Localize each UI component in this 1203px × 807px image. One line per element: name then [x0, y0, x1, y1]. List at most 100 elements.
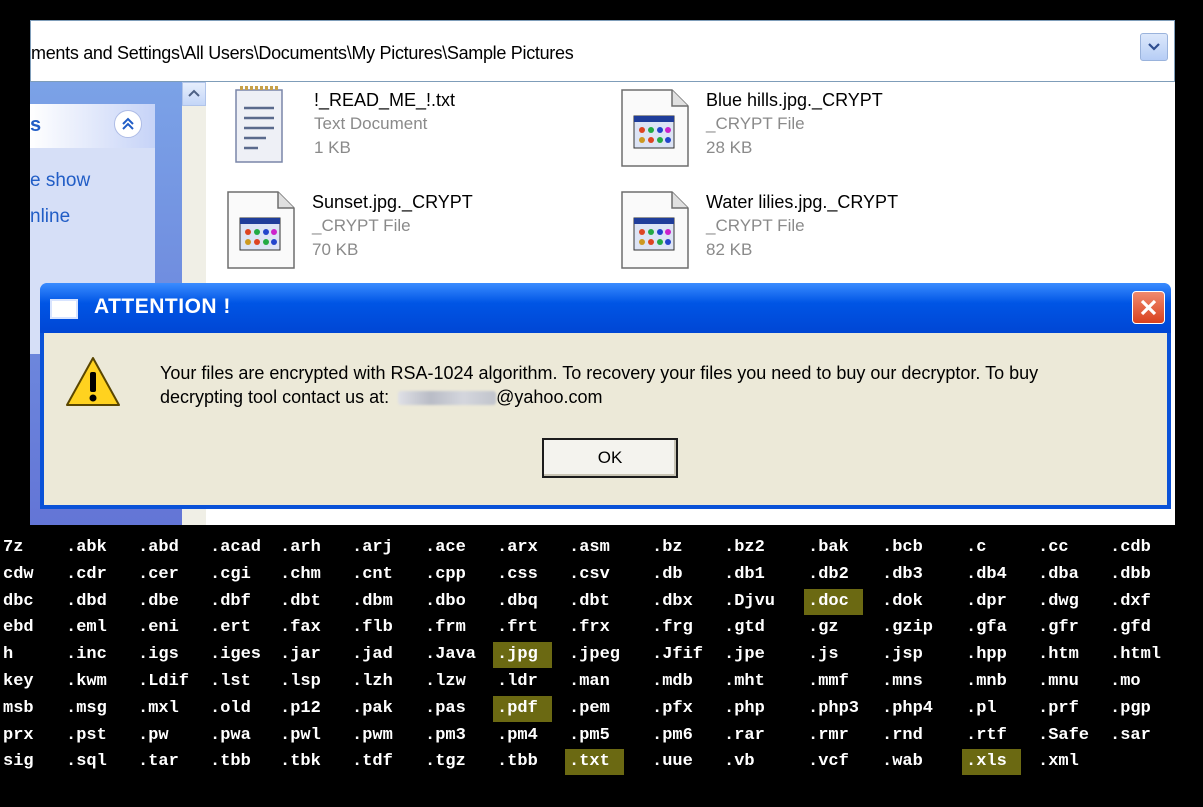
- extension-item: .igs: [138, 645, 179, 664]
- extension-item: .chm: [280, 565, 321, 584]
- extension-item: .frx: [569, 618, 610, 637]
- extension-item: .tbb: [210, 752, 251, 771]
- dialog-titlebar[interactable]: ATTENTION !: [40, 283, 1171, 333]
- extension-item: .rar: [724, 726, 765, 745]
- extension-item: sig: [3, 752, 34, 771]
- extension-item: .php3: [808, 699, 860, 718]
- extension-item: .asm: [569, 538, 610, 557]
- extension-item: .kwm: [66, 672, 107, 691]
- file-size: 1 KB: [314, 138, 351, 157]
- extension-item: .gfr: [1038, 618, 1079, 637]
- file-type: _CRYPT File: [706, 216, 805, 235]
- extension-item: ebd: [3, 618, 34, 637]
- extension-item: .xml: [1038, 752, 1079, 771]
- collapse-icon[interactable]: [114, 110, 142, 138]
- extension-item: .pm4: [497, 726, 538, 745]
- extension-item: prx: [3, 726, 34, 745]
- file-type: Text Document: [314, 114, 428, 133]
- extension-item: .cnt: [352, 565, 393, 584]
- extension-item: msb: [3, 699, 34, 718]
- extension-item: .lst: [210, 672, 251, 691]
- extension-item: .dpr: [966, 592, 1007, 611]
- extension-item: .tar: [138, 752, 179, 771]
- task-panel-header[interactable]: s: [30, 104, 155, 148]
- extension-item: .gfa: [966, 618, 1007, 637]
- extension-item: .old: [210, 699, 251, 718]
- extension-item: .p12: [280, 699, 321, 718]
- extension-item: .iges: [210, 645, 262, 664]
- extension-item: .cer: [138, 565, 179, 584]
- file-name: Blue hills.jpg._CRYPT: [706, 90, 883, 110]
- address-bar[interactable]: ments and Settings\All Users\Documents\M…: [30, 20, 1175, 82]
- extension-item: dbc: [3, 592, 34, 611]
- extension-item: .pem: [569, 699, 610, 718]
- task-link-online[interactable]: nline: [30, 206, 70, 228]
- extension-item: .mns: [882, 672, 923, 691]
- extension-item: .db2: [808, 565, 849, 584]
- extension-item: .bcb: [882, 538, 923, 557]
- extension-item: .cpp: [425, 565, 466, 584]
- extension-item: .jsp: [882, 645, 923, 664]
- extension-item: .tbk: [280, 752, 321, 771]
- file-name: !_READ_ME_!.txt: [314, 90, 456, 110]
- extension-item: .dbb: [1110, 565, 1151, 584]
- extension-item: .mdb: [652, 672, 693, 691]
- task-link-show[interactable]: e show: [30, 170, 90, 192]
- extension-item: .Ldif: [138, 672, 190, 691]
- dialog-body: Your files are encrypted with RSA-1024 a…: [44, 333, 1167, 505]
- window-icon: [50, 299, 78, 319]
- extension-item: .abd: [138, 538, 179, 557]
- chevron-up-icon: [188, 89, 200, 97]
- file-type: _CRYPT File: [312, 216, 411, 235]
- extension-item: .ace: [425, 538, 466, 557]
- extension-list: 7z .abk .abd .acad .arh .arj .ace .arx .asm .bz .b…: [0, 535, 1203, 795]
- extension-item: .pm5: [569, 726, 610, 745]
- extension-item: .gtd: [724, 618, 765, 637]
- extension-item: .dbx: [652, 592, 693, 611]
- extension-item: .tbb: [497, 752, 538, 771]
- close-icon: [1140, 299, 1157, 316]
- extension-item: .arj: [352, 538, 393, 557]
- extension-item: .jpe: [724, 645, 765, 664]
- extension-item: .csv: [569, 565, 610, 584]
- extension-item: h: [3, 645, 14, 664]
- extension-item: .dbo: [425, 592, 466, 611]
- extension-item: .pm6: [652, 726, 693, 745]
- extension-item: .tdf: [352, 752, 393, 771]
- extension-item: .dbm: [352, 592, 393, 611]
- file-name: Sunset.jpg._CRYPT: [312, 192, 473, 212]
- extension-item: .bz2: [724, 538, 765, 557]
- extension-item: .jad: [352, 645, 393, 664]
- extension-item: .pw: [138, 726, 169, 745]
- dialog-message-line2: decrypting tool contact us at: @yahoo.co…: [160, 387, 602, 408]
- chevron-down-icon: [1148, 43, 1160, 51]
- dialog-title: ATTENTION !: [94, 295, 231, 318]
- ok-button[interactable]: OK: [542, 438, 678, 478]
- extension-item: .dba: [1038, 565, 1079, 584]
- scroll-up-button[interactable]: [182, 82, 206, 106]
- warning-icon: [66, 357, 120, 406]
- extension-item: .dwg: [1038, 592, 1079, 611]
- address-dropdown-button[interactable]: [1140, 33, 1168, 61]
- extension-item: .pst: [66, 726, 107, 745]
- extension-item: .pak: [352, 699, 393, 718]
- extension-item: .lzw: [425, 672, 466, 691]
- extension-item: .ldr: [497, 672, 538, 691]
- extension-item: .dbt: [280, 592, 321, 611]
- extension-item: .Jfif: [652, 645, 704, 664]
- extension-item: .cdr: [66, 565, 107, 584]
- extension-item: .arx: [497, 538, 538, 557]
- extension-item: .inc: [66, 645, 107, 664]
- extension-item: .frm: [425, 618, 466, 637]
- extension-item: .abk: [66, 538, 107, 557]
- close-button[interactable]: [1132, 291, 1165, 324]
- extension-item: .c: [966, 538, 987, 557]
- extension-item: .wab: [882, 752, 923, 771]
- extension-item: .jpeg: [569, 645, 621, 664]
- extension-item: .mht: [724, 672, 765, 691]
- attention-dialog: ATTENTION ! Your files are encrypted wit…: [40, 283, 1171, 509]
- extension-item: .lsp: [280, 672, 321, 691]
- extension-item: .fax: [280, 618, 321, 637]
- extension-item: .mo: [1110, 672, 1141, 691]
- extension-item: cdw: [3, 565, 34, 584]
